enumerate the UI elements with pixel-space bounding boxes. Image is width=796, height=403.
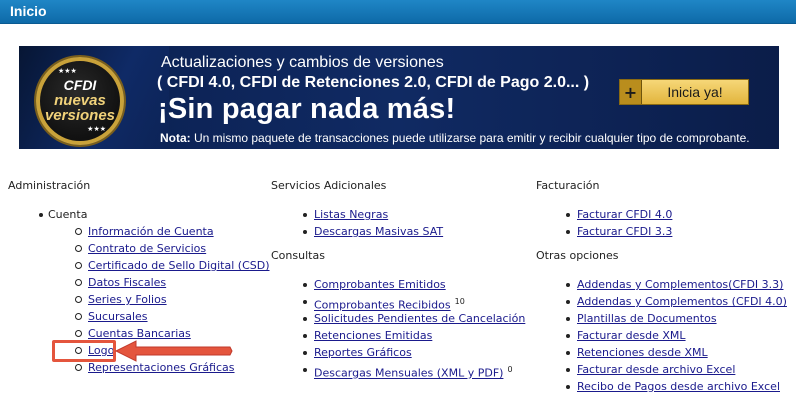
list-item[interactable]: Solicitudes Pendientes de Cancelación — [295, 310, 531, 327]
promo-banner[interactable]: ★★★ CFDI nuevas versiones ★★★ Actualizac… — [19, 46, 779, 149]
list-item[interactable]: Comprobantes Recibidos 10 — [295, 293, 531, 312]
list-item[interactable]: Certificado de Sello Digital (CSD) — [75, 257, 270, 274]
badge-line-1: CFDI — [63, 76, 97, 93]
list-item[interactable]: Facturar CFDI 3.3 — [558, 223, 791, 240]
solicitudes-cancelacion-link[interactable]: Solicitudes Pendientes de Cancelación — [314, 312, 525, 325]
servicios-list: Listas Negras Descargas Masivas SAT — [271, 206, 531, 240]
otras-opciones-heading: Otras opciones — [536, 249, 619, 262]
list-item[interactable]: Datos Fiscales — [75, 274, 258, 291]
banner-headline-1: Actualizaciones y cambios de versiones — [161, 54, 444, 71]
list-item[interactable]: Series y Folios — [75, 291, 258, 308]
badge-line-2: nuevas — [54, 91, 106, 109]
list-item[interactable]: Addendas y Complementos (CFDI 4.0) — [558, 293, 791, 310]
arrow-left-icon — [114, 340, 233, 362]
top-header-bar: Inicio — [0, 0, 796, 24]
facturar-cfdi-33-link[interactable]: Facturar CFDI 3.3 — [577, 225, 672, 238]
list-item[interactable]: Comprobantes Emitidos — [295, 276, 531, 293]
page-title: Inicio — [10, 3, 47, 19]
descargas-masivas-link[interactable]: Descargas Masivas SAT — [314, 225, 443, 238]
list-item[interactable]: Listas Negras — [295, 206, 531, 223]
plus-icon: + — [620, 80, 642, 104]
consultas-heading: Consultas — [271, 249, 325, 262]
recibidos-count-badge: 10 — [454, 297, 465, 306]
administracion-heading: Administración — [8, 179, 91, 192]
facturar-desde-excel-link[interactable]: Facturar desde archivo Excel — [577, 363, 735, 376]
cuenta-label: Cuenta — [8, 206, 258, 223]
list-item[interactable]: Recibo de Pagos desde archivo Excel — [558, 378, 791, 395]
comprobantes-emitidos-link[interactable]: Comprobantes Emitidos — [314, 278, 446, 291]
list-item[interactable]: Facturar desde XML — [558, 327, 791, 344]
listas-negras-link[interactable]: Listas Negras — [314, 208, 388, 221]
banner-headline-2: ( CFDI 4.0, CFDI de Retenciones 2.0, CFD… — [157, 74, 589, 92]
inicia-ya-button[interactable]: + Inicia ya! — [619, 79, 749, 105]
banner-headline-3: ¡Sin pagar nada más! — [158, 93, 456, 125]
banner-note: Nota: Un mismo paquete de transacciones … — [160, 131, 750, 145]
consultas-list: Comprobantes Emitidos Comprobantes Recib… — [271, 276, 531, 380]
descargas-mensuales-link[interactable]: Descargas Mensuales (XML y PDF) — [314, 367, 503, 380]
badge-line-3: versiones — [44, 107, 116, 125]
logo-highlight-box — [52, 340, 116, 362]
list-item[interactable]: Retenciones desde XML — [558, 344, 791, 361]
addendas-cfdi-40-link[interactable]: Addendas y Complementos (CFDI 4.0) — [577, 295, 787, 308]
plantillas-documentos-link[interactable]: Plantillas de Documentos — [577, 312, 717, 325]
inicia-ya-label: Inicia ya! — [642, 80, 748, 104]
facturacion-list: Facturar CFDI 4.0 Facturar CFDI 3.3 — [536, 206, 791, 240]
list-item[interactable]: Facturar desde archivo Excel — [558, 361, 791, 378]
list-item[interactable]: Reportes Gráficos — [295, 344, 531, 361]
servicios-heading: Servicios Adicionales — [271, 179, 387, 192]
list-item[interactable]: Sucursales — [75, 308, 258, 325]
stars-icon: ★★★ — [58, 67, 77, 75]
facturar-desde-xml-link[interactable]: Facturar desde XML — [577, 329, 686, 342]
facturar-cfdi-40-link[interactable]: Facturar CFDI 4.0 — [577, 208, 672, 221]
list-item[interactable]: Descargas Mensuales (XML y PDF) 0 — [295, 361, 531, 380]
series-folios-link[interactable]: Series y Folios — [88, 293, 167, 306]
descargas-count-badge: 0 — [507, 365, 513, 374]
reportes-graficos-link[interactable]: Reportes Gráficos — [314, 346, 412, 359]
list-item[interactable]: Contrato de Servicios — [75, 240, 258, 257]
retenciones-emitidas-link[interactable]: Retenciones Emitidas — [314, 329, 432, 342]
cfdi-badge: ★★★ CFDI nuevas versiones ★★★ — [36, 57, 124, 145]
facturacion-heading: Facturación — [536, 179, 600, 192]
list-item[interactable]: Plantillas de Documentos — [558, 310, 791, 327]
retenciones-desde-xml-link[interactable]: Retenciones desde XML — [577, 346, 708, 359]
list-item[interactable]: Addendas y Complementos(CFDI 3.3) — [558, 276, 791, 293]
addendas-cfdi-33-link[interactable]: Addendas y Complementos(CFDI 3.3) — [577, 278, 783, 291]
banner-note-label: Nota: — [160, 131, 191, 145]
stars-icon: ★★★ — [87, 125, 106, 133]
servicios-consultas-section: Servicios Adicionales Listas Negras Desc… — [271, 179, 531, 380]
list-item[interactable]: Información de Cuenta — [75, 223, 258, 240]
list-item[interactable]: Retenciones Emitidas — [295, 327, 531, 344]
banner-note-text: Un mismo paquete de transacciones puede … — [190, 131, 750, 145]
list-item[interactable]: Facturar CFDI 4.0 — [558, 206, 791, 223]
list-item[interactable]: Descargas Masivas SAT — [295, 223, 531, 240]
otras-opciones-list: Addendas y Complementos(CFDI 3.3) Addend… — [536, 276, 791, 395]
contrato-servicios-link[interactable]: Contrato de Servicios — [88, 242, 206, 255]
facturacion-otras-section: Facturación Facturar CFDI 4.0 Facturar C… — [536, 179, 791, 395]
certificado-csd-link[interactable]: Certificado de Sello Digital (CSD) — [88, 259, 270, 272]
recibo-pagos-excel-link[interactable]: Recibo de Pagos desde archivo Excel — [577, 380, 780, 393]
informacion-cuenta-link[interactable]: Información de Cuenta — [88, 225, 214, 238]
sucursales-link[interactable]: Sucursales — [88, 310, 148, 323]
datos-fiscales-link[interactable]: Datos Fiscales — [88, 276, 166, 289]
banner-versions: ( CFDI 4.0, CFDI de Retenciones 2.0, CFD… — [157, 74, 590, 91]
